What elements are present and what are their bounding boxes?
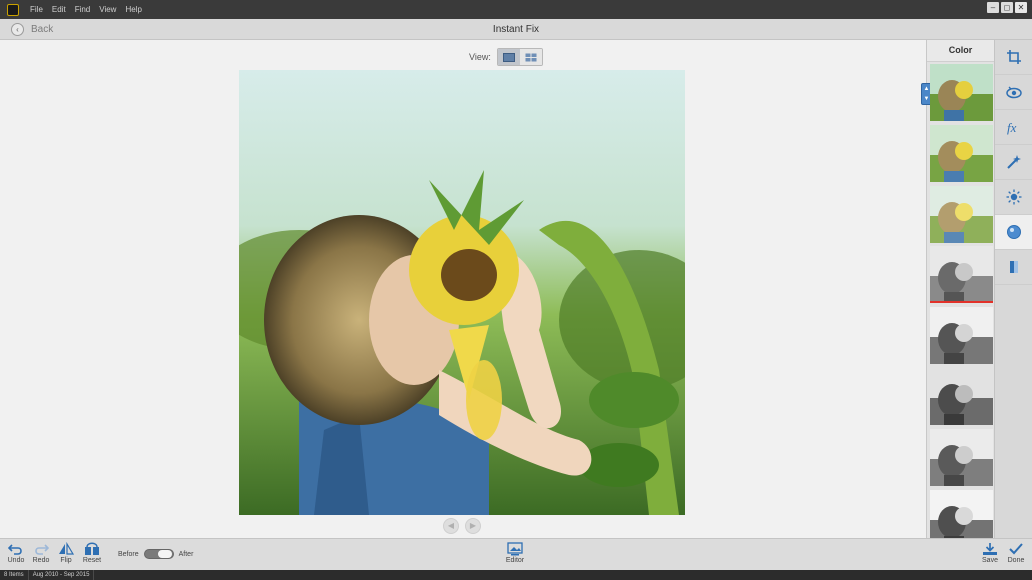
preset-thumbnail[interactable] (930, 367, 993, 425)
editor-label: Editor (505, 557, 525, 564)
tool-strip: fx (994, 40, 1032, 538)
title-bar: ‹ Back Instant Fix (0, 19, 1032, 40)
menu-find[interactable]: Find (75, 5, 91, 14)
preset-thumbnail[interactable] (930, 307, 993, 365)
before-after-switch[interactable] (143, 549, 174, 559)
window-controls: – ◻ ✕ (987, 2, 1027, 13)
app-logo-icon (7, 3, 19, 16)
previous-photo-button[interactable]: ◀ (443, 518, 459, 534)
red-eye-icon[interactable] (995, 75, 1032, 110)
adjustment-panel: Color ▲ ▼ (921, 40, 994, 547)
redo-label: Redo (32, 557, 50, 564)
photo-canvas: View: ◀ ▶ (0, 40, 926, 538)
page-title: Instant Fix (492, 24, 540, 35)
preset-thumbnail[interactable] (930, 124, 993, 182)
editor-icon (507, 542, 523, 556)
bottom-toolbar: Undo Redo Flip Reset Before After Editor… (0, 538, 1032, 570)
preset-thumbnail-selected[interactable] (930, 246, 993, 304)
clarity-icon[interactable] (995, 250, 1032, 285)
crop-icon[interactable] (995, 40, 1032, 75)
redo-button[interactable]: Redo (28, 542, 54, 564)
done-label: Done (1007, 557, 1025, 564)
switch-knob (157, 550, 172, 558)
checkmark-icon (1009, 543, 1023, 555)
flip-button[interactable]: Flip (53, 542, 79, 564)
menu-bar: File Edit Find View Help – ◻ ✕ (0, 0, 1032, 19)
single-view-icon[interactable] (497, 49, 520, 65)
next-photo-button[interactable]: ▶ (465, 518, 481, 534)
menu-file[interactable]: File (30, 5, 43, 14)
save-icon (983, 543, 997, 555)
photo-nav: ◀ ▶ (443, 518, 481, 534)
flip-label: Flip (60, 557, 72, 564)
view-switcher: View: (469, 48, 543, 66)
grid-view-icon[interactable] (519, 49, 542, 65)
fx-icon[interactable]: fx (995, 110, 1032, 145)
preset-thumbnail[interactable] (930, 428, 993, 486)
close-icon[interactable]: ✕ (1015, 2, 1027, 13)
reset-button[interactable]: Reset (79, 542, 105, 564)
before-after-toggle: Before After (118, 549, 193, 559)
main-photo (239, 70, 685, 515)
undo-label: Undo (7, 557, 25, 564)
minimize-icon[interactable]: – (987, 2, 999, 13)
svg-text:fx: fx (1007, 120, 1017, 135)
reset-icon (85, 542, 99, 555)
after-label: After (178, 550, 194, 558)
menu-view[interactable]: View (99, 5, 116, 14)
panel-title: Color (927, 40, 994, 62)
editor-button[interactable]: Editor (502, 542, 528, 564)
preset-thumbnails (930, 64, 993, 550)
maximize-icon[interactable]: ◻ (1001, 2, 1013, 13)
smart-fix-icon[interactable] (995, 145, 1032, 180)
save-label: Save (982, 557, 998, 564)
before-label: Before (118, 550, 139, 558)
undo-button[interactable]: Undo (3, 542, 29, 564)
flip-icon (59, 542, 74, 555)
date-range: Aug 2010 - Sep 2015 (29, 570, 95, 580)
color-icon[interactable] (995, 215, 1032, 250)
menu-help[interactable]: Help (125, 5, 141, 14)
view-toggle (496, 48, 543, 66)
light-icon[interactable] (995, 180, 1032, 215)
menu-edit[interactable]: Edit (52, 5, 66, 14)
preset-thumbnail[interactable] (930, 64, 993, 121)
undo-icon (8, 544, 22, 555)
preset-thumbnail[interactable] (930, 185, 993, 243)
item-count: 8 Items (0, 570, 29, 580)
save-button[interactable]: Save (977, 542, 1003, 564)
redo-icon (35, 544, 49, 555)
done-button[interactable]: Done (1003, 542, 1029, 564)
view-label: View: (469, 52, 491, 62)
reset-label: Reset (82, 557, 102, 564)
status-bar: 8 Items Aug 2010 - Sep 2015 (0, 570, 1032, 580)
